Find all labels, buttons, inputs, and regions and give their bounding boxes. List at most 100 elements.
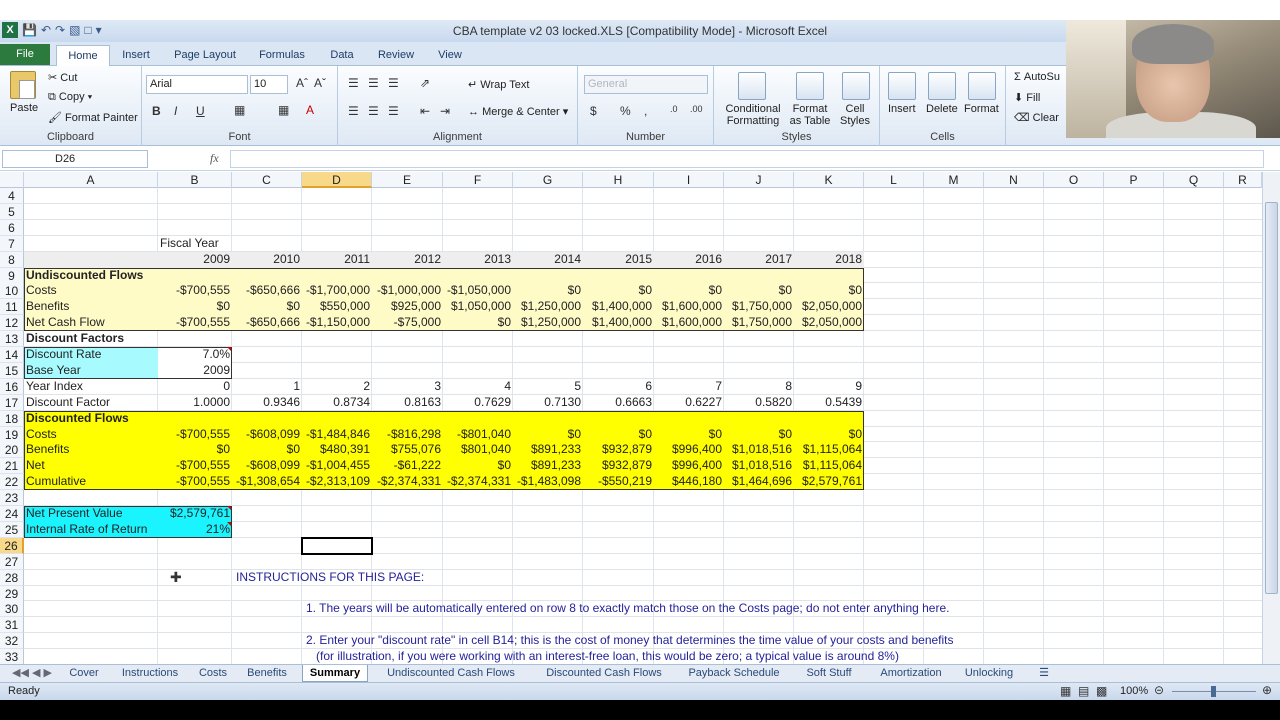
comma-icon[interactable]: , [644, 104, 647, 118]
tab-review[interactable]: Review [372, 45, 420, 66]
format-as-table-icon[interactable] [796, 72, 824, 100]
discount-rate-input[interactable]: 7.0% [158, 347, 232, 363]
selected-cell-d26[interactable] [301, 536, 373, 555]
insert-function-icon[interactable]: fx [210, 151, 219, 166]
page-layout-view-icon[interactable]: ▤ [1078, 684, 1089, 698]
tab-file[interactable]: File [0, 44, 50, 65]
column-header-r[interactable]: R [1224, 172, 1262, 188]
zoom-out-icon[interactable]: ⊝ [1154, 683, 1164, 697]
row-header-29[interactable]: 29 [0, 585, 24, 602]
row-header-33[interactable]: 33 [0, 649, 24, 664]
row-header-4[interactable]: 4 [0, 188, 24, 204]
sheet-tab-benefits[interactable]: Benefits [240, 665, 294, 682]
cell-styles-icon[interactable] [842, 72, 870, 100]
align-top-icon[interactable]: ☰ [348, 76, 359, 90]
column-header-g[interactable]: G [513, 172, 583, 188]
row-header-31[interactable]: 31 [0, 617, 24, 634]
decrease-indent-icon[interactable]: ⇤ [420, 104, 430, 118]
row-header-18[interactable]: 18 [0, 410, 24, 427]
tab-data[interactable]: Data [322, 45, 362, 66]
merge-center-button[interactable]: ↔ Merge & Center ▾ [468, 105, 568, 118]
row-header-7[interactable]: 7 [0, 235, 24, 252]
column-header-j[interactable]: J [724, 172, 794, 188]
tab-view[interactable]: View [430, 45, 470, 66]
wrap-text-button[interactable]: ↵ Wrap Text [468, 78, 529, 91]
format-painter-button[interactable]: 🖌 Format Painter [48, 111, 138, 124]
row-header-13[interactable]: 13 [0, 331, 24, 348]
vertical-scroll-thumb[interactable] [1265, 202, 1278, 594]
row-header-19[interactable]: 19 [0, 426, 24, 443]
column-header-a[interactable]: A [24, 172, 158, 188]
zoom-slider-thumb[interactable] [1211, 686, 1216, 697]
sheet-tab-amortization[interactable]: Amortization [870, 665, 952, 682]
delete-cells-icon[interactable] [928, 72, 956, 100]
column-header-l[interactable]: L [864, 172, 924, 188]
row-header-14[interactable]: 14 [0, 347, 24, 363]
zoom-in-icon[interactable]: ⊕ [1262, 683, 1272, 697]
column-header-k[interactable]: K [794, 172, 864, 188]
align-right-icon[interactable]: ☰ [388, 104, 399, 118]
row-header-5[interactable]: 5 [0, 203, 24, 220]
delete-button[interactable]: Delete [926, 103, 958, 115]
sheet-nav-arrows-icon[interactable]: ◀◀ ◀ ▶ ▶▶ [4, 665, 60, 695]
row-header-25[interactable]: 25 [0, 521, 24, 538]
underline-icon[interactable]: U [196, 104, 205, 118]
tab-insert[interactable]: Insert [116, 45, 156, 66]
name-box[interactable]: D26 [2, 150, 148, 168]
cut-button[interactable]: ✂ Cut [48, 71, 77, 84]
select-all-corner[interactable] [0, 172, 24, 188]
sheet-tab-instructions[interactable]: Instructions [112, 665, 188, 682]
sheet-tab-summary[interactable]: Summary [302, 665, 368, 682]
page-break-view-icon[interactable]: ▩ [1096, 684, 1107, 698]
column-header-b[interactable]: B [158, 172, 232, 188]
borders-icon[interactable]: ▦ [234, 103, 245, 117]
sheet-tab-discounted-cash-flows[interactable]: Discounted Cash Flows [536, 665, 672, 682]
autosum-button[interactable]: Σ AutoSu [1014, 71, 1060, 83]
copy-button[interactable]: ⧉ Copy ▾ [48, 91, 92, 104]
sheet-tab-payback-schedule[interactable]: Payback Schedule [680, 665, 788, 682]
sheet-tab-cover[interactable]: Cover [64, 665, 104, 682]
orientation-icon[interactable]: ⇗ [420, 76, 430, 90]
percent-icon[interactable]: % [620, 104, 631, 118]
tab-home[interactable]: Home [56, 45, 110, 66]
format-button[interactable]: Format [964, 103, 999, 115]
column-header-d[interactable]: D [302, 172, 372, 188]
font-size-combo[interactable]: 10 [250, 75, 288, 94]
clear-button[interactable]: ⌫ Clear [1014, 111, 1059, 124]
column-header-p[interactable]: P [1104, 172, 1164, 188]
row-header-32[interactable]: 32 [0, 633, 24, 650]
row-header-15[interactable]: 15 [0, 362, 24, 379]
row-header-27[interactable]: 27 [0, 553, 24, 570]
row-header-30[interactable]: 30 [0, 601, 24, 618]
cell-styles-button[interactable]: Cell Styles [834, 103, 876, 127]
font-name-combo[interactable]: Arial [146, 75, 248, 94]
row-header-26[interactable]: 26 [0, 537, 24, 554]
conditional-formatting-icon[interactable] [738, 72, 766, 100]
row-header-24[interactable]: 24 [0, 506, 24, 522]
column-header-m[interactable]: M [924, 172, 984, 188]
zoom-level[interactable]: 100% [1120, 685, 1148, 697]
currency-icon[interactable]: $ [590, 104, 597, 118]
paste-icon[interactable] [10, 71, 36, 99]
row-header-6[interactable]: 6 [0, 219, 24, 236]
column-header-o[interactable]: O [1044, 172, 1104, 188]
increase-decimal-icon[interactable]: .0 [670, 104, 678, 114]
row-header-21[interactable]: 21 [0, 458, 24, 475]
vertical-scrollbar[interactable] [1262, 172, 1280, 664]
row-header-11[interactable]: 11 [0, 299, 24, 316]
normal-view-icon[interactable]: ▦ [1060, 684, 1071, 698]
format-as-table-button[interactable]: Format as Table [786, 103, 834, 127]
column-header-q[interactable]: Q [1164, 172, 1224, 188]
row-header-16[interactable]: 16 [0, 378, 24, 395]
insert-cells-icon[interactable] [888, 72, 916, 100]
fill-color-icon[interactable]: ▦ [278, 103, 289, 117]
row-header-20[interactable]: 20 [0, 442, 24, 459]
row-header-9[interactable]: 9 [0, 267, 24, 284]
column-header-f[interactable]: F [443, 172, 513, 188]
spreadsheet-grid[interactable]: 4 5 6 7 8 9 10 11 12 13 14 15 16 17 18 19 20 21 22 23 24 25 26… [0, 188, 1262, 664]
row-header-8[interactable]: 8 [0, 251, 24, 268]
insert-button[interactable]: Insert [888, 103, 916, 115]
column-header-c[interactable]: C [232, 172, 302, 188]
row-header-23[interactable]: 23 [0, 490, 24, 507]
column-header-h[interactable]: H [583, 172, 654, 188]
